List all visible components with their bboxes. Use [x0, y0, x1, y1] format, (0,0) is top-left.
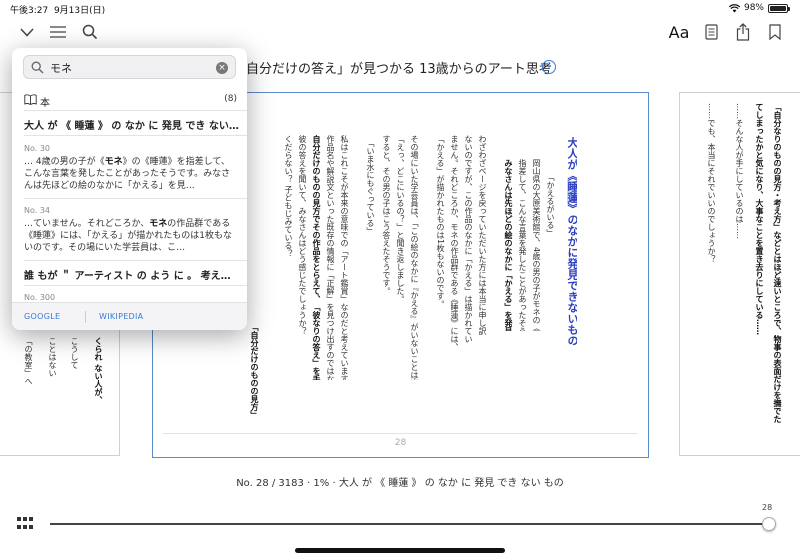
- page-text: ……でも、本当にそれでいいのでしょうか？: [707, 103, 716, 263]
- page-heading: 大人が《睡蓮》のなかに発見できないもの: [567, 137, 577, 346]
- page-text: ……そんな人が手にしているのは……: [735, 103, 744, 239]
- search-popover: × 本 (8) 大人 が 《 睡蓮 》 の なか に 発見 でき ない… No.…: [12, 48, 247, 330]
- page-text: すると、その男の子はこう答えたそうです。: [382, 135, 391, 295]
- search-field[interactable]: ×: [23, 55, 236, 79]
- search-button[interactable]: [79, 20, 101, 44]
- google-search-link[interactable]: GOOGLE: [24, 312, 60, 321]
- share-button[interactable]: [732, 20, 754, 44]
- battery-icon: [768, 3, 790, 13]
- page-text: 「自分だけのものの見方」: [250, 323, 259, 419]
- status-bar: 午後3:27 9月13日(日) 98%: [0, 0, 800, 18]
- progress-page-label: 28: [762, 503, 773, 512]
- results-label: 本: [40, 98, 50, 109]
- result-snippet[interactable]: … 4歳の男の子が《モネ》の《睡蓮》を指差して、こんな言葉を発したことがあったそ…: [24, 156, 236, 192]
- page-text: てしまったかと気になり、大事なことを置き去りにしている……: [755, 103, 764, 335]
- collapse-button[interactable]: [16, 20, 38, 44]
- divider: [85, 311, 86, 323]
- divider: [24, 110, 247, 111]
- page-text: 彼の答えを聞いて、みなさんはどう感じたでしょうか？: [298, 135, 307, 335]
- chevron-down-icon: [20, 27, 34, 37]
- book-icon: [24, 94, 37, 105]
- page-next[interactable]: 「自分なりのものの見方・考え方」などとはほど遠いところで、物事の表面だけを撫でた…: [679, 92, 800, 456]
- grid-icon: [23, 517, 27, 521]
- grid-icon: [29, 525, 33, 529]
- divider: [24, 198, 247, 199]
- clear-search-button[interactable]: ×: [216, 62, 228, 74]
- results-count: (8): [224, 94, 237, 104]
- page-text: 岡山県の大原美術館で、4歳の男の子がモネの《睡蓮》を: [532, 159, 541, 331]
- result-location: No. 300: [24, 293, 56, 302]
- result-location: No. 30: [24, 144, 51, 153]
- book-title: 自分だけの答え」が見つかる 13歳からのアート思考: [246, 62, 552, 77]
- search-icon: [31, 61, 44, 74]
- battery-percent: 98%: [743, 3, 764, 13]
- page-text: 作品名や解説文といった既存の情報に「正解」を見つけ出すのではなく、: [326, 135, 335, 380]
- progress-fill: [50, 523, 763, 525]
- page-grid-button[interactable]: [17, 517, 33, 531]
- wikipedia-search-link[interactable]: WIKIPEDIA: [99, 312, 143, 321]
- page-text: 「自分なりのものの見方・考え方」などとはほど遠いところで、物事の表面だけを撫でた…: [773, 103, 782, 423]
- page-text: 自分だけのものの見方でその作品をとらえて、「彼なりの答え」を手に入れています。: [312, 135, 321, 380]
- page-text: 私はこれこそが本来の意味での「アート鑑賞」なのだと考えています。: [340, 135, 349, 380]
- menu-icon: [50, 26, 66, 38]
- grid-icon: [29, 517, 33, 521]
- document-icon: [704, 24, 718, 40]
- search-input[interactable]: [50, 59, 210, 76]
- divider: [24, 285, 247, 286]
- status-indicators: 98%: [728, 3, 790, 13]
- page-text: くだらない？ 子どもじみている？: [284, 135, 293, 258]
- page-text: 「いま水にもぐっている」: [366, 139, 375, 235]
- result-location: No. 34: [24, 206, 51, 215]
- result-snippet-text: … 4歳の男の子が《モネ》の《睡蓮》を指差して、こんな言葉を発したことがあったそ…: [24, 157, 231, 191]
- menu-button[interactable]: [47, 20, 69, 44]
- page-text: 「の教室」へ: [24, 337, 33, 385]
- font-settings-button[interactable]: Aa: [665, 20, 693, 44]
- notes-button[interactable]: [700, 20, 722, 44]
- status-time: 午後3:27 9月13日(日): [10, 6, 106, 16]
- toolbar: Aa: [0, 18, 800, 46]
- page-divider: [163, 433, 638, 434]
- result-title[interactable]: 大人 が 《 睡蓮 》 の なか に 発見 でき ない…: [24, 117, 239, 132]
- page-text: 「かえるがいる」: [546, 173, 555, 237]
- bookmark-icon: [769, 24, 781, 40]
- location-text: No. 28 / 3183 · 1% · 大人 が 《 睡蓮 》 の なか に …: [236, 478, 564, 489]
- page-number: 28: [394, 438, 407, 448]
- page-text: みなさんは先ほどの絵のなかに「かえる」を発見できましたか？: [504, 159, 513, 331]
- grid-icon: [23, 525, 27, 529]
- popover-footer: GOOGLE WIKIPEDIA: [12, 302, 247, 330]
- share-icon: [736, 23, 750, 41]
- page-text: 「かえる」が描かれたものは1枚もないのです。: [436, 135, 445, 309]
- bookmark-button[interactable]: [764, 20, 786, 44]
- progress-slider-thumb[interactable]: [762, 517, 776, 531]
- page-text: わざわざページを戻っていただいた方には本当に申し訳: [478, 135, 487, 335]
- home-indicator[interactable]: [295, 548, 505, 553]
- result-snippet-text: …ていません。それどころか、モネの作品群である《睡蓮》には、「かえる」が描かれた…: [24, 219, 232, 253]
- page-text: ことはない: [48, 337, 57, 377]
- page-text: こうして: [70, 337, 79, 369]
- page-text: 「えっ、どこにいるの？」と聞き返しました。: [396, 135, 405, 303]
- page-text: 指差して、こんな言葉を発したことがあったそうです。: [518, 159, 527, 331]
- page-text: くられ ない人が、: [94, 337, 103, 404]
- grid-icon: [17, 525, 21, 529]
- results-header: 本 (8): [24, 93, 237, 109]
- result-title[interactable]: 誰 もが ＂ アーティスト の よう に 。 考え…: [24, 267, 239, 282]
- wifi-icon: [728, 3, 740, 12]
- search-icon: [82, 24, 98, 40]
- grid-icon: [17, 517, 21, 521]
- page-text: ません。それどころか、モネの作品群である《睡蓮》には、: [450, 135, 459, 351]
- result-snippet[interactable]: …ていません。それどころか、モネの作品群である《睡蓮》には、「かえる」が描かれた…: [24, 218, 236, 254]
- progress-slider[interactable]: [50, 523, 770, 525]
- divider: [24, 260, 247, 261]
- info-icon[interactable]: i: [542, 60, 556, 74]
- battery-level: [770, 5, 786, 11]
- page-text: ないのですが、この作品のなかに「かえる」は描かれてい: [464, 135, 473, 343]
- close-icon: ×: [218, 62, 226, 73]
- divider: [24, 135, 247, 136]
- page-text: その場にいた学芸員は、「この絵のなかに『かえる』がいないことは当然知っていました…: [410, 135, 419, 380]
